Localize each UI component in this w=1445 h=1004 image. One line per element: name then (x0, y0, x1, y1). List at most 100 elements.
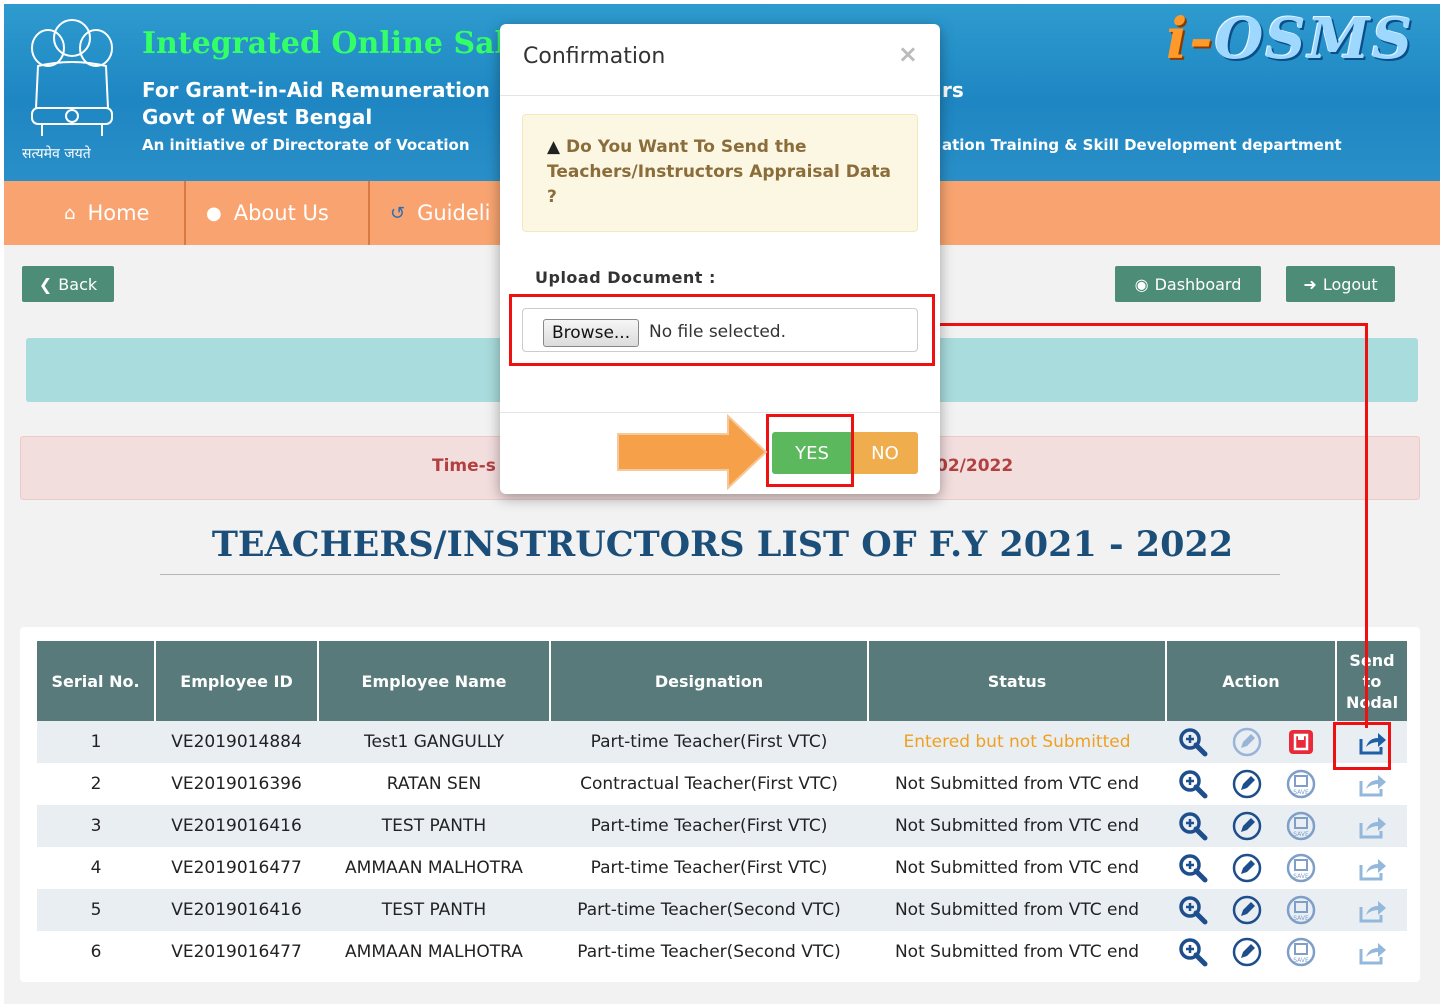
logout-label: Logout (1322, 274, 1378, 294)
cell-employee-id: VE2019016396 (155, 763, 318, 805)
logout-button[interactable]: ➜ Logout (1286, 266, 1395, 302)
nav-item-label: Home (87, 201, 150, 225)
cell-status: Not Submitted from VTC end (868, 763, 1166, 805)
send-header-line: Nodal (1345, 692, 1399, 712)
cell-actions: SAVE (1166, 931, 1336, 973)
edit-icon[interactable] (1232, 895, 1262, 925)
save-icon[interactable]: SAVE (1286, 853, 1316, 883)
modal-divider (500, 95, 940, 96)
save-icon[interactable]: SAVE (1286, 811, 1316, 841)
view-zoom-icon[interactable] (1178, 937, 1208, 967)
edit-icon[interactable] (1232, 853, 1262, 883)
cell-serial: 3 (37, 805, 155, 847)
cell-serial: 5 (37, 889, 155, 931)
cell-serial: 1 (37, 721, 155, 763)
edit-icon[interactable] (1232, 769, 1262, 799)
back-button[interactable]: ❮ Back (22, 266, 114, 302)
cell-status: Not Submitted from VTC end (868, 847, 1166, 889)
warning-box: ▲ Do You Want To Send the Teachers/Instr… (522, 114, 918, 232)
send-to-nodal-icon[interactable] (1357, 937, 1387, 967)
title-divider (160, 574, 1280, 575)
svg-text:SAVE: SAVE (1293, 831, 1309, 838)
cell-actions: SAVE (1166, 763, 1336, 805)
send-to-nodal-icon[interactable] (1357, 895, 1387, 925)
send-to-nodal-icon[interactable] (1357, 811, 1387, 841)
cell-employee-name: TEST PANTH (318, 889, 550, 931)
site-subtitle-1-tail: rs (942, 78, 964, 102)
site-subtitle-3-tail: ation Training & Skill Development depar… (942, 136, 1342, 154)
view-zoom-icon[interactable] (1178, 895, 1208, 925)
dashboard-button[interactable]: ◉ Dashboard (1115, 266, 1261, 302)
col-serial: Serial No. (37, 641, 156, 721)
view-zoom-icon[interactable] (1178, 853, 1208, 883)
dashboard-icon: ◉ (1134, 274, 1149, 294)
svg-text:SAVE: SAVE (1293, 915, 1309, 922)
upload-label: Upload Document : (535, 268, 716, 287)
annotation-box-send-icon (1333, 722, 1391, 770)
table-row: 5 VE2019016416 TEST PANTH Part-time Teacher… (37, 889, 1407, 931)
iosms-logo: i-OSMS (1166, 6, 1414, 72)
save-icon[interactable]: SAVE (1286, 895, 1316, 925)
cell-employee-name: RATAN SEN (318, 763, 550, 805)
cell-employee-id: VE2019016416 (155, 889, 318, 931)
save-icon[interactable] (1286, 727, 1316, 757)
cell-send-to-nodal (1336, 931, 1407, 973)
save-icon[interactable]: SAVE (1286, 937, 1316, 967)
site-subtitle-2: Govt of West Bengal (142, 105, 373, 129)
svg-text:SAVE: SAVE (1293, 957, 1309, 964)
annotation-box-yes (766, 414, 854, 487)
cell-employee-name: AMMAAN MALHOTRA (318, 847, 550, 889)
view-zoom-icon[interactable] (1178, 769, 1208, 799)
warning-message: ▲ Do You Want To Send the Teachers/Instr… (547, 135, 897, 210)
nav-item-about-us[interactable]: ● About Us (186, 181, 370, 245)
cell-designation: Part-time Teacher(First VTC) (550, 847, 868, 889)
warning-text: Do You Want To Send the Teachers/Instruc… (547, 137, 891, 207)
send-to-nodal-icon[interactable] (1357, 769, 1387, 799)
teachers-table: Serial No. Employee ID Employee Name Des… (37, 641, 1407, 973)
col-status: Status (868, 641, 1167, 721)
cell-designation: Part-time Teacher(Second VTC) (550, 889, 868, 931)
table-row: 1 VE2019014884 Test1 GANGULLY Part-time Tea… (37, 721, 1407, 763)
edit-icon[interactable] (1232, 937, 1262, 967)
view-zoom-icon[interactable] (1178, 811, 1208, 841)
cell-employee-id: VE2019016477 (155, 931, 318, 973)
cell-employee-name: TEST PANTH (318, 805, 550, 847)
logout-icon: ➜ (1303, 274, 1317, 294)
cell-status: Not Submitted from VTC end (868, 805, 1166, 847)
nav-item-home[interactable]: ⌂ Home (44, 181, 186, 245)
nav-item-guidelines[interactable]: ↺ Guideli (370, 181, 510, 245)
close-icon[interactable]: × (898, 40, 918, 68)
arrow-left-circle-icon: ❮ (38, 274, 53, 294)
site-subtitle-1: For Grant-in-Aid Remuneration (142, 78, 490, 102)
dashboard-label: Dashboard (1154, 274, 1242, 294)
send-to-nodal-icon[interactable] (1357, 853, 1387, 883)
cell-status: Not Submitted from VTC end (868, 889, 1166, 931)
edit-icon[interactable] (1232, 727, 1262, 757)
cell-employee-name: AMMAAN MALHOTRA (318, 931, 550, 973)
table-row: 2 VE2019016396 RATAN SEN Contractual Teache… (37, 763, 1407, 805)
home-icon: ⌂ (64, 202, 76, 224)
cell-send-to-nodal (1336, 889, 1407, 931)
warning-icon: ▲ (547, 137, 561, 157)
edit-icon[interactable] (1232, 811, 1262, 841)
cell-employee-id: VE2019016477 (155, 847, 318, 889)
annotation-line-vertical (1365, 323, 1368, 728)
info-icon: ● (206, 202, 222, 224)
col-employee-id: Employee ID (155, 641, 319, 721)
cell-serial: 4 (37, 847, 155, 889)
cell-actions: SAVE (1166, 889, 1336, 931)
view-zoom-icon[interactable] (1178, 727, 1208, 757)
no-button[interactable]: NO (852, 432, 918, 474)
svg-text:SAVE: SAVE (1293, 873, 1309, 880)
cell-actions: SAVE (1166, 847, 1336, 889)
save-icon[interactable]: SAVE (1286, 769, 1316, 799)
col-employee-name: Employee Name (318, 641, 551, 721)
history-icon: ↺ (390, 202, 406, 224)
annotation-arrow-icon (617, 414, 768, 490)
cell-status: Not Submitted from VTC end (868, 931, 1166, 973)
logo-prefix: i- (1166, 6, 1215, 72)
cell-status: Entered but not Submitted (868, 721, 1166, 763)
cell-actions: SAVE (1166, 805, 1336, 847)
nav-item-label: About Us (233, 201, 329, 225)
cell-designation: Contractual Teacher(First VTC) (550, 763, 868, 805)
